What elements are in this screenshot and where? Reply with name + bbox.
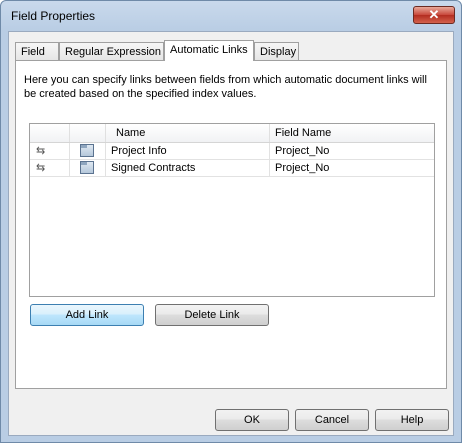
- tab-automatic-links[interactable]: Automatic Links: [164, 40, 254, 61]
- link-arrows-icon: ⇆: [36, 162, 46, 174]
- dialog-window: Field Properties ✕ Field Regular Express…: [0, 0, 462, 443]
- name-cell: Signed Contracts: [106, 160, 270, 176]
- help-button[interactable]: Help: [375, 409, 449, 431]
- ok-button[interactable]: OK: [215, 409, 289, 431]
- field-name-cell: Project_No: [275, 145, 330, 157]
- dialog-client: Field Regular Expression Automatic Links…: [8, 31, 454, 436]
- column-header-link[interactable]: [30, 124, 70, 142]
- table-row[interactable]: ⇆ Signed Contracts Project_No: [30, 160, 434, 177]
- column-header-name[interactable]: Name: [106, 124, 270, 142]
- tab-label: Regular Expression: [65, 46, 161, 58]
- links-grid[interactable]: Name Field Name ⇆ Project Info Project_N…: [29, 123, 435, 297]
- delete-link-button[interactable]: Delete Link: [155, 304, 269, 326]
- column-header-icon[interactable]: [70, 124, 106, 142]
- document-icon: [80, 161, 94, 174]
- table-row[interactable]: ⇆ Project Info Project_No: [30, 143, 434, 160]
- icon-cell: [70, 143, 106, 159]
- tab-panel-automatic-links: Here you can specify links between field…: [15, 60, 447, 389]
- close-icon: ✕: [428, 7, 440, 22]
- tab-label: Automatic Links: [170, 44, 248, 56]
- field-name-cell: Project_No: [275, 162, 330, 174]
- document-icon: [80, 144, 94, 157]
- column-header-field-name[interactable]: Field Name: [270, 124, 434, 142]
- close-button[interactable]: ✕: [413, 6, 455, 24]
- cancel-button[interactable]: Cancel: [295, 409, 369, 431]
- icon-cell: [70, 160, 106, 176]
- title-bar[interactable]: Field Properties ✕: [1, 1, 461, 31]
- window-title: Field Properties: [11, 9, 96, 23]
- grid-header: Name Field Name: [30, 124, 434, 143]
- tab-display[interactable]: Display: [254, 42, 299, 60]
- tab-label: Display: [260, 46, 297, 58]
- link-cell: ⇆: [30, 160, 70, 176]
- tab-field[interactable]: Field: [15, 42, 59, 60]
- link-cell: ⇆: [30, 143, 70, 159]
- tab-label: Field: [21, 46, 45, 58]
- tab-regular-expression[interactable]: Regular Expression: [59, 42, 164, 60]
- panel-description: Here you can specify links between field…: [24, 74, 427, 100]
- add-link-button[interactable]: Add Link: [30, 304, 144, 326]
- name-cell: Project Info: [106, 143, 270, 159]
- link-arrows-icon: ⇆: [36, 145, 46, 157]
